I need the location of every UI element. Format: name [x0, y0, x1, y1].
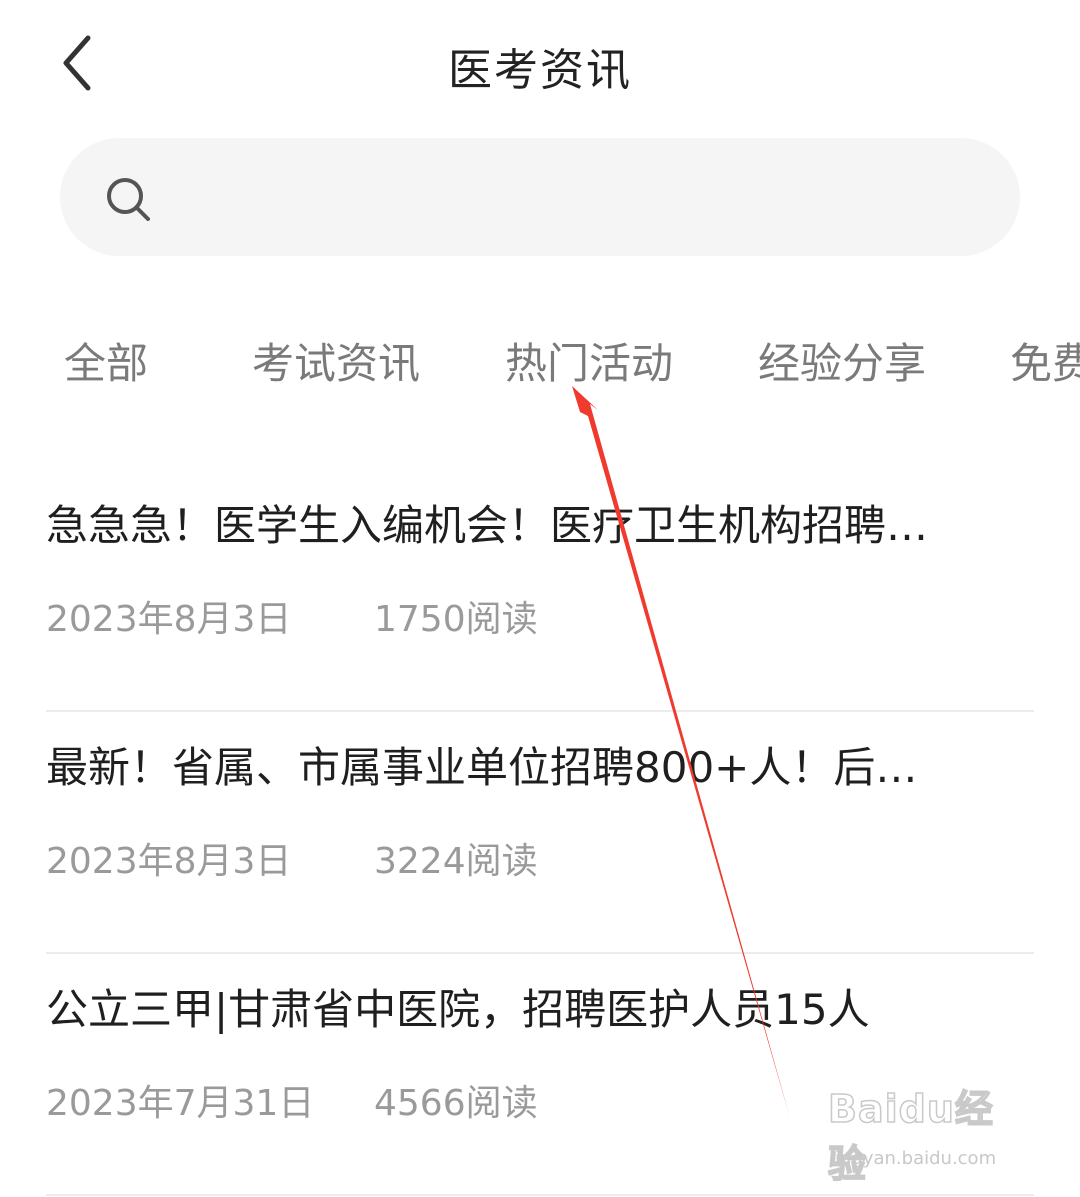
search-icon — [107, 178, 150, 221]
top-bar: 医考资讯 — [0, 0, 1080, 130]
tab-all[interactable]: 全部 — [64, 330, 148, 391]
tab-exam-news[interactable]: 考试资讯 — [252, 330, 420, 391]
tab-experience[interactable]: 经验分享 — [758, 330, 926, 391]
list-item[interactable]: 急急急！医学生入编机会！医疗卫生机构招聘… 2023年8月3日 1750阅读 — [46, 470, 1034, 712]
tab-hot-events[interactable]: 热门活动 — [505, 330, 673, 391]
news-title: 公立三甲|甘肃省中医院，招聘医护人员15人 — [46, 985, 870, 1034]
watermark-brand: Baidu经验 — [827, 1086, 994, 1187]
news-date: 2023年7月31日 — [46, 1083, 315, 1124]
tab-free[interactable]: 免费 — [1010, 330, 1080, 391]
baidu-jingyan-watermark: Baidu经验 jingyan.baidu.com — [827, 1078, 1028, 1187]
page-title: 医考资讯 — [448, 45, 632, 96]
news-title: 最新！省属、市属事业单位招聘800+人！后… — [46, 743, 918, 792]
news-read-count: 1750阅读 — [374, 599, 538, 640]
list-item[interactable]: 最新！省属、市属事业单位招聘800+人！后… 2023年8月3日 3224阅读 — [46, 712, 1034, 954]
search-input[interactable] — [180, 138, 984, 258]
watermark-url: jingyan.baidu.com — [830, 1148, 997, 1169]
news-title: 急急急！医学生入编机会！医疗卫生机构招聘… — [46, 501, 929, 550]
category-tabs: 全部 考试资讯 热门活动 经验分享 免费 — [0, 330, 1080, 400]
news-read-count: 4566阅读 — [374, 1083, 538, 1124]
news-read-count: 3224阅读 — [374, 841, 538, 882]
news-date: 2023年8月3日 — [46, 599, 292, 640]
search-bar[interactable] — [60, 138, 1020, 258]
news-date: 2023年8月3日 — [46, 841, 292, 882]
